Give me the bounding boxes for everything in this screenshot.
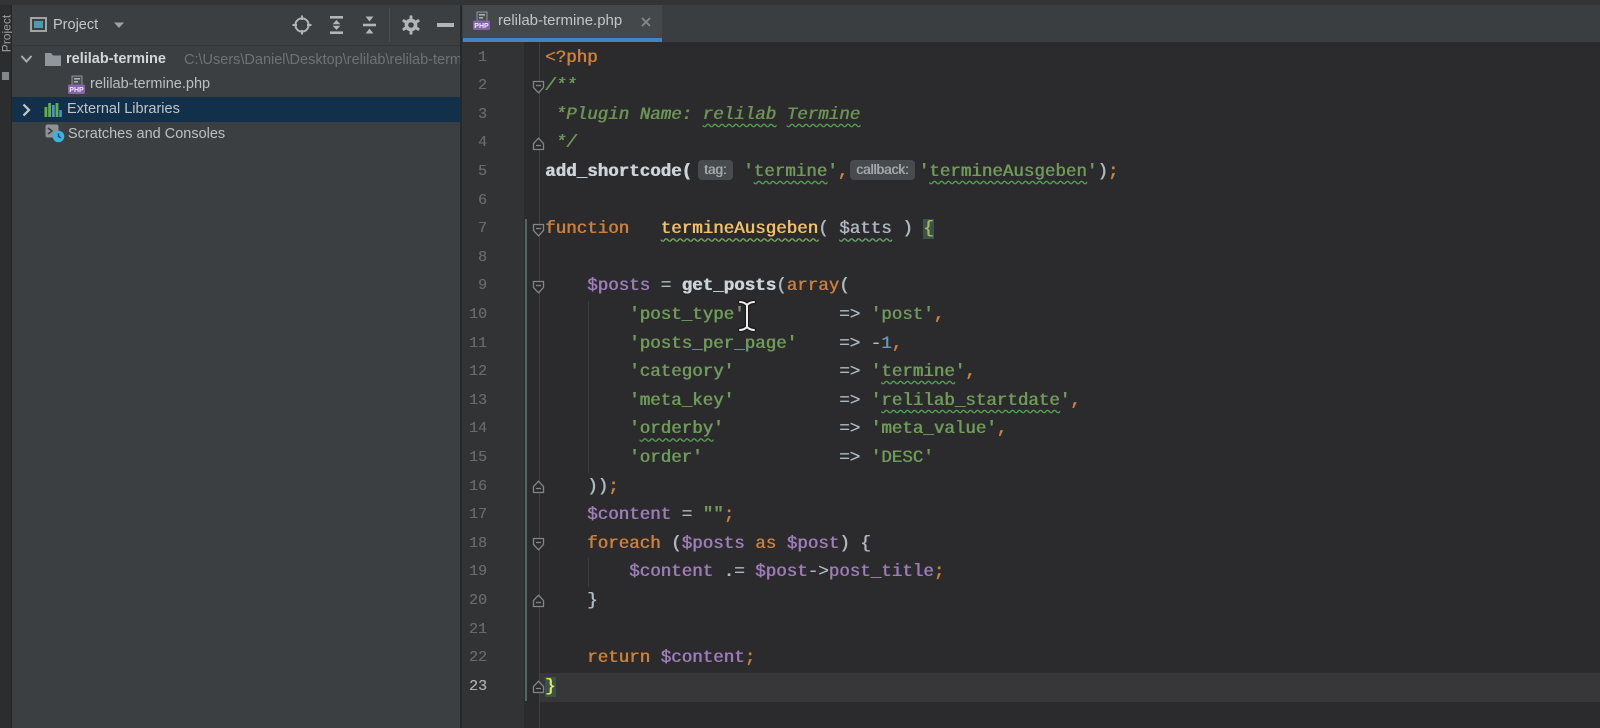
svg-text:PHP: PHP — [474, 23, 489, 30]
svg-text:PHP: PHP — [69, 87, 84, 94]
